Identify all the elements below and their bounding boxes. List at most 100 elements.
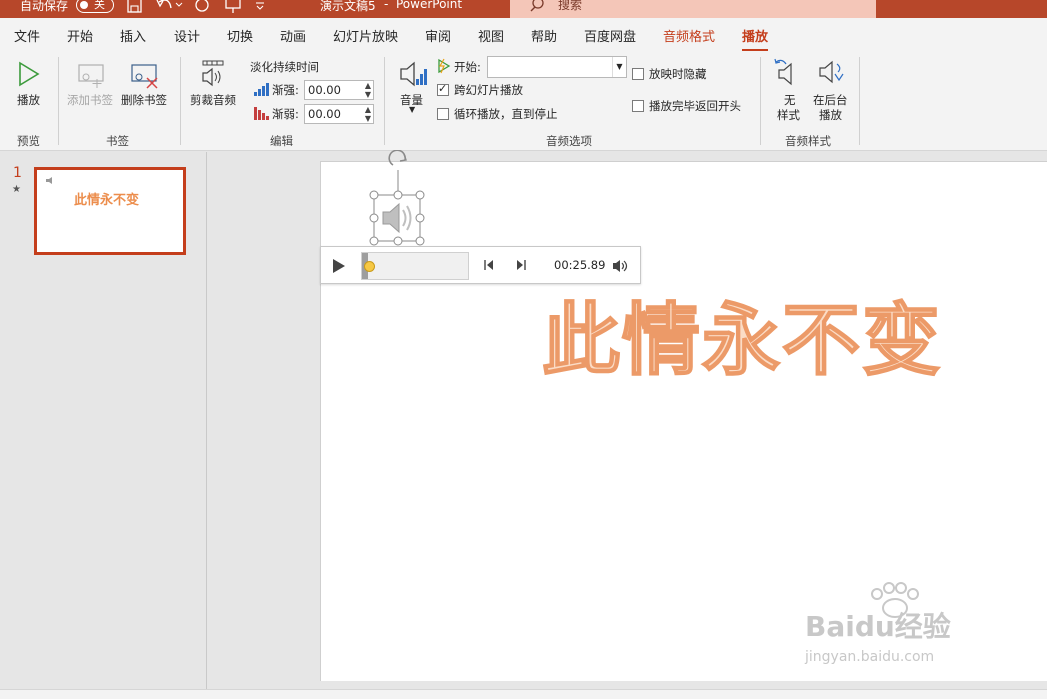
fade-duration-title: 淡化持续时间 [250, 60, 319, 74]
watermark-url: jingyan.baidu.com [805, 649, 935, 665]
rewind-checkbox[interactable] [632, 100, 644, 112]
ribbon: 播放 预览 添加书签 删除书签 书签 剪裁音频 淡化持续时间 渐强: 00.00… [0, 51, 1047, 151]
toggle-knob [80, 1, 88, 9]
player-volume-icon[interactable] [612, 259, 630, 273]
customize-icon[interactable] [254, 0, 266, 14]
title-bar: 自动保存 关 演示文稿5 - PowerPoint 搜索 [0, 0, 1047, 18]
play-preview-icon[interactable] [17, 61, 41, 87]
fade-in-value: 00.00 [308, 83, 341, 97]
doc-title: 演示文稿5 [320, 0, 376, 13]
save-icon[interactable] [126, 0, 144, 14]
rewind-label[interactable]: 播放完毕返回开头 [649, 98, 741, 114]
audio-mini-icon [46, 177, 52, 184]
volume-icon[interactable] [398, 59, 430, 89]
progress-playhead[interactable] [364, 261, 375, 272]
no-style-line1[interactable]: 无 [784, 92, 796, 108]
group-audio-styles-label: 音频样式 [785, 134, 831, 148]
group-divider [760, 57, 761, 145]
start-label: 开始: [454, 60, 481, 74]
slide-number: 1 [13, 165, 22, 181]
group-bookmarks-label: 书签 [106, 134, 129, 148]
search-box[interactable]: 搜索 [510, 0, 876, 18]
group-audio-options-label: 音频选项 [546, 134, 592, 148]
tab-insert[interactable]: 插入 [120, 26, 146, 45]
spinner-arrows-icon[interactable]: ▲ ▼ [365, 105, 371, 123]
no-style-icon[interactable] [772, 58, 800, 86]
loop-checkbox[interactable] [437, 108, 449, 120]
animation-star-icon: ★ [12, 184, 21, 195]
tab-file[interactable]: 文件 [14, 26, 40, 45]
group-preview-label: 预览 [17, 134, 40, 148]
delete-bookmark-icon[interactable] [130, 63, 162, 89]
thumbnail-title: 此情永不变 [74, 193, 140, 208]
redo-icon[interactable] [194, 0, 210, 14]
chevron-down-icon[interactable]: ▼ [612, 57, 626, 77]
hide-during-show-checkbox[interactable] [632, 68, 644, 80]
slide-title[interactable]: 此情永不变 [541, 278, 942, 390]
tab-review[interactable]: 审阅 [425, 26, 451, 45]
autosave-state: 关 [94, 0, 105, 11]
watermark-brand: Baidu经验 [805, 610, 951, 643]
skip-forward-icon[interactable] [515, 259, 527, 271]
tab-audio-format[interactable]: 音频格式 [663, 26, 715, 45]
fade-in-icon [254, 83, 269, 96]
cross-slides-checkbox[interactable] [437, 82, 449, 96]
tab-help[interactable]: 帮助 [531, 26, 557, 45]
fade-out-value: 00.00 [308, 107, 341, 121]
play-in-background-icon[interactable] [817, 58, 845, 86]
app-name: PowerPoint [396, 0, 463, 11]
tab-baidu-netdisk[interactable]: 百度网盘 [584, 26, 636, 45]
fade-out-label: 渐弱: [272, 107, 299, 121]
group-divider [180, 57, 181, 145]
autosave-label: 自动保存 [20, 0, 69, 13]
playback-time: 00:25.89 [554, 258, 606, 272]
progress-track[interactable] [361, 252, 469, 280]
autosave-toggle[interactable]: 关 [76, 0, 114, 13]
play-preview-label[interactable]: 播放 [17, 92, 40, 108]
group-divider [58, 57, 59, 145]
delete-bookmark-label[interactable]: 删除书签 [121, 92, 167, 108]
present-icon[interactable] [224, 0, 242, 14]
start-trigger-icon [438, 58, 451, 74]
fade-in-input[interactable]: 00.00 ▲ ▼ [304, 80, 374, 100]
status-bar [0, 689, 1047, 699]
slide-canvas[interactable] [320, 161, 1047, 681]
chevron-down-icon[interactable]: ▼ [409, 105, 415, 114]
add-bookmark-icon [78, 64, 104, 88]
slide-thumbnail[interactable]: 此情永不变 [34, 167, 186, 255]
cross-slides-label[interactable]: 跨幻灯片播放 [454, 82, 523, 98]
tab-home[interactable]: 开始 [67, 26, 93, 45]
start-dropdown[interactable]: ▼ [487, 56, 627, 78]
play-icon[interactable] [331, 257, 347, 275]
trim-audio-icon[interactable] [200, 59, 228, 89]
fade-out-icon [254, 107, 269, 120]
search-icon [530, 0, 544, 12]
tab-view[interactable]: 视图 [478, 26, 504, 45]
hide-during-show-label[interactable]: 放映时隐藏 [649, 66, 707, 82]
group-editing-label: 编辑 [270, 134, 293, 148]
fade-out-input[interactable]: 00.00 ▲ ▼ [304, 104, 374, 124]
title-separator: - [384, 0, 389, 11]
bg-play-line2[interactable]: 播放 [819, 107, 842, 123]
tab-playback[interactable]: 播放 [742, 26, 769, 52]
tab-transitions[interactable]: 切换 [227, 26, 253, 45]
loop-label[interactable]: 循环播放，直到停止 [454, 106, 558, 122]
search-placeholder: 搜索 [558, 0, 583, 12]
undo-icon[interactable] [155, 0, 183, 14]
tab-design[interactable]: 设计 [174, 26, 200, 45]
speaker-icon [382, 202, 400, 234]
rotate-handle-icon [388, 150, 406, 166]
bg-play-line1[interactable]: 在后台 [813, 92, 848, 108]
ribbon-tabs: 文件 开始 插入 设计 切换 动画 幻灯片放映 审阅 视图 帮助 百度网盘 音频… [0, 18, 1047, 52]
slide-thumbnail-pane: 1 ★ 此情永不变 [0, 152, 207, 699]
tab-slideshow[interactable]: 幻灯片放映 [333, 26, 398, 45]
add-bookmark-label: 添加书签 [67, 93, 113, 107]
fade-in-label: 渐强: [272, 83, 299, 97]
group-divider [384, 57, 385, 145]
trim-audio-label[interactable]: 剪裁音频 [190, 92, 236, 108]
tab-animations[interactable]: 动画 [280, 26, 306, 45]
audio-object[interactable] [366, 150, 428, 250]
spinner-arrows-icon[interactable]: ▲ ▼ [365, 81, 371, 99]
skip-back-icon[interactable] [483, 259, 495, 271]
no-style-line2[interactable]: 样式 [777, 107, 800, 123]
